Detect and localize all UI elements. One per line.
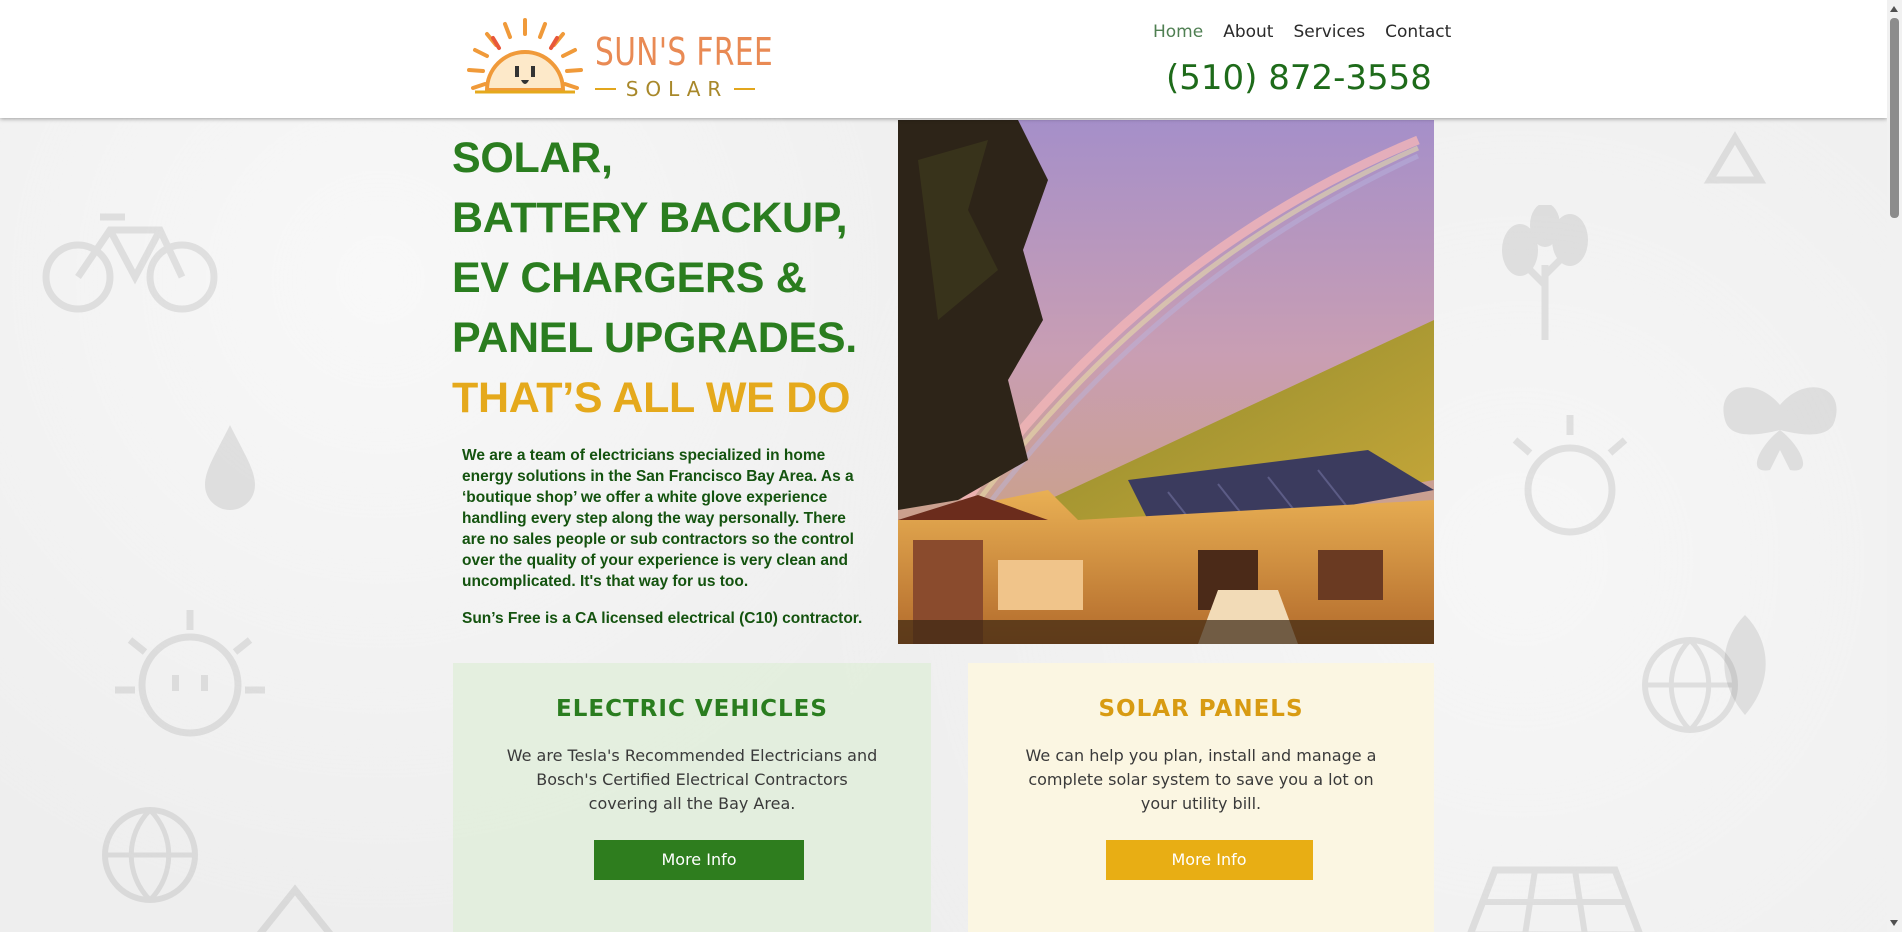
site-header: SUN'S FREE SOLAR Home About Services Con…: [0, 0, 1887, 118]
logo-divider: [595, 88, 616, 90]
sun-outlet-icon: [1512, 415, 1628, 536]
hero-line: EV CHARGERS &: [452, 254, 807, 302]
sun-outlet-logo-icon: [467, 18, 583, 94]
ev-card-text: We are Tesla's Recommended Electricians …: [506, 746, 878, 813]
hero-headline: SOLAR, BATTERY BACKUP, EV CHARGERS & PAN…: [452, 128, 857, 428]
globe-icon: [1642, 637, 1738, 733]
ev-more-info-button[interactable]: More Info: [594, 840, 804, 880]
solar-card-title: SOLAR PANELS: [1098, 696, 1304, 722]
solar-more-info-button[interactable]: More Info: [1105, 840, 1313, 880]
scroll-thumb[interactable]: [1890, 18, 1899, 218]
sun-outlet-icon: [115, 610, 265, 737]
phone-number[interactable]: (510) 872-3558: [1166, 58, 1432, 98]
leaf-icon: [1724, 615, 1766, 715]
solar-panel-icon: [1467, 866, 1643, 932]
solar-card: SOLAR PANELS We can help you plan, insta…: [968, 663, 1434, 932]
tree-icon: [1502, 205, 1588, 340]
nav-item-about[interactable]: About: [1223, 22, 1273, 42]
scroll-up-icon[interactable]: [1890, 6, 1898, 12]
hero-line: PANEL UPGRADES.: [452, 314, 857, 362]
license-statement: Sun’s Free is a CA licensed electrical (…: [462, 610, 863, 627]
ev-card-title: ELECTRIC VEHICLES: [556, 696, 828, 722]
main-nav: Home About Services Contact: [1153, 22, 1451, 42]
house-icon: [256, 884, 334, 932]
ev-card: ELECTRIC VEHICLES We are Tesla's Recomme…: [453, 663, 931, 932]
globe-icon: [102, 807, 198, 903]
logo-wordmark: SUN'S FREE: [595, 30, 774, 74]
nav-item-services[interactable]: Services: [1293, 22, 1365, 42]
logo-divider: [734, 88, 755, 90]
recycle-icon: [1703, 131, 1767, 184]
page-scrollbar[interactable]: [1887, 0, 1902, 932]
scroll-down-icon[interactable]: [1890, 920, 1898, 926]
water-drop-icon: [205, 425, 255, 510]
hero-line: SOLAR,: [452, 134, 613, 182]
intro-paragraph: We are a team of electricians specialize…: [462, 447, 854, 590]
hero-line: BATTERY BACKUP,: [452, 194, 848, 242]
hero-tagline: THAT’S ALL WE DO: [452, 374, 851, 422]
bicycle-icon: [42, 213, 218, 313]
logo-subtitle: SOLAR: [595, 77, 755, 101]
butterfly-icon: [1723, 387, 1837, 471]
logo-sub-text: SOLAR: [625, 77, 729, 101]
nav-item-home[interactable]: Home: [1153, 22, 1203, 42]
solar-card-text: We can help you plan, install and manage…: [1025, 746, 1377, 813]
logo[interactable]: SUN'S FREE SOLAR: [465, 18, 775, 106]
nav-item-contact[interactable]: Contact: [1385, 22, 1451, 42]
house-rainbow-image: [898, 120, 1434, 644]
hero-photo: [898, 120, 1434, 644]
